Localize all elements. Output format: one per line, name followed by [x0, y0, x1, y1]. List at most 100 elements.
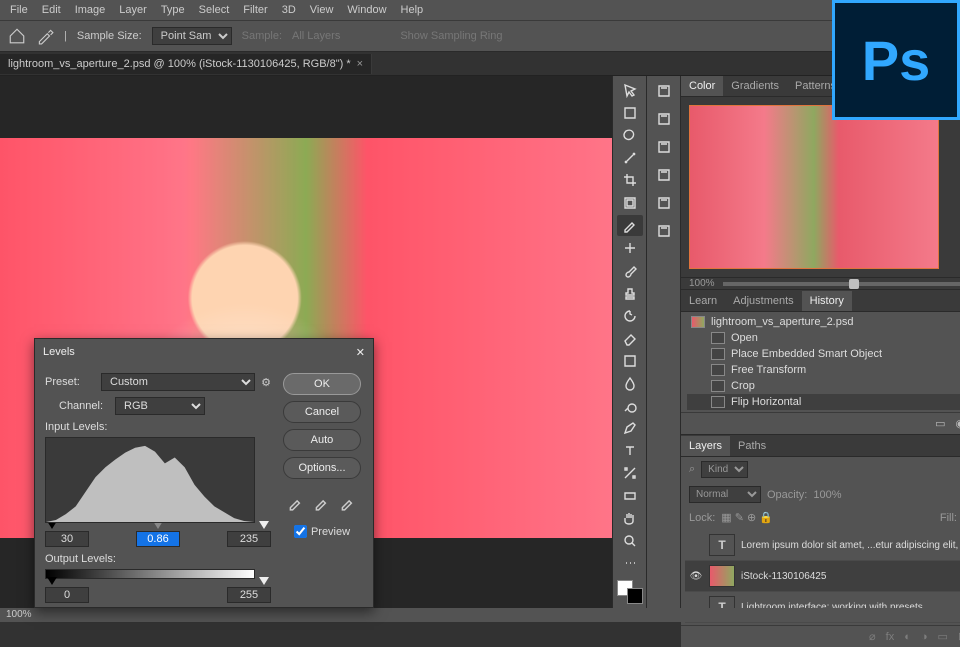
fx-icon[interactable]: fx: [886, 631, 895, 643]
toolbar-secondary: [646, 76, 680, 608]
history-document-row[interactable]: lightroom_vs_aperture_2.psd: [687, 314, 960, 330]
close-icon[interactable]: ✕: [356, 346, 365, 359]
menu-window[interactable]: Window: [341, 2, 392, 18]
preview-zoom[interactable]: 100% ⌄: [681, 277, 960, 289]
home-icon[interactable]: [8, 27, 26, 45]
tab-paths[interactable]: Paths: [730, 436, 774, 456]
eyedropper-white-icon[interactable]: [339, 493, 357, 511]
output-white[interactable]: [227, 587, 271, 603]
history-item[interactable]: Crop: [687, 378, 960, 394]
stamp-tool[interactable]: [617, 283, 643, 304]
eyedropper-icon[interactable]: [36, 27, 54, 45]
eyedropper-black-icon[interactable]: [287, 493, 305, 511]
tab-history[interactable]: History: [802, 291, 852, 311]
pen-tool[interactable]: [617, 418, 643, 439]
history-item[interactable]: Free Transform: [687, 362, 960, 378]
blur-tool[interactable]: [617, 373, 643, 394]
layer-filter-kind[interactable]: Kind: [701, 461, 748, 478]
visibility-icon[interactable]: 👁: [689, 571, 703, 582]
menu-edit[interactable]: Edit: [36, 2, 67, 18]
frame-tool[interactable]: [617, 193, 643, 214]
options-button[interactable]: Options...: [283, 457, 361, 479]
move-tool[interactable]: [617, 80, 643, 101]
menu-image[interactable]: Image: [69, 2, 112, 18]
sample-label: Sample:: [242, 30, 282, 42]
tab-adjustments[interactable]: Adjustments: [725, 291, 802, 311]
channel-select[interactable]: RGB: [115, 397, 205, 415]
input-white[interactable]: [227, 531, 271, 547]
ok-button[interactable]: OK: [283, 373, 361, 395]
layers-panel-tabs[interactable]: LayersPaths: [681, 435, 960, 457]
menu-3d[interactable]: 3D: [276, 2, 302, 18]
input-gamma[interactable]: [136, 531, 180, 547]
eyedropper-gray-icon[interactable]: [313, 493, 331, 511]
dodge-tool[interactable]: [617, 395, 643, 416]
heal-tool[interactable]: [617, 238, 643, 259]
align-icon[interactable]: [651, 108, 677, 130]
group-icon[interactable]: ▭: [938, 630, 948, 643]
camera-icon[interactable]: ◉: [956, 417, 960, 430]
menubar[interactable]: FileEditImageLayerTypeSelectFilter3DView…: [0, 0, 960, 20]
tab-gradients[interactable]: Gradients: [723, 76, 787, 96]
history-item[interactable]: Place Embedded Smart Object: [687, 346, 960, 362]
zoom-tool[interactable]: [617, 531, 643, 552]
layer-row[interactable]: 👁iStock-1130106425◇: [685, 561, 960, 592]
rectangle-tool[interactable]: [617, 486, 643, 507]
crop-tool[interactable]: [617, 170, 643, 191]
history-item[interactable]: Open: [687, 330, 960, 346]
gradient-tool[interactable]: [617, 350, 643, 371]
tab-layers[interactable]: Layers: [681, 436, 730, 456]
history-item[interactable]: Flip Horizontal: [687, 394, 960, 410]
eraser-tool[interactable]: [617, 328, 643, 349]
para-icon[interactable]: [651, 192, 677, 214]
lasso-tool[interactable]: [617, 125, 643, 146]
eyedropper-tool[interactable]: [617, 215, 643, 236]
layer-row[interactable]: TLorem ipsum dolor sit amet, ...etur adi…: [685, 530, 960, 561]
document-tab[interactable]: lightroom_vs_aperture_2.psd @ 100% (iSto…: [0, 54, 372, 74]
menu-help[interactable]: Help: [395, 2, 430, 18]
sample-size-select[interactable]: Point Sample: [152, 27, 232, 45]
preview-checkbox[interactable]: Preview: [294, 525, 350, 538]
menu-type[interactable]: Type: [155, 2, 191, 18]
hand-tool[interactable]: [617, 508, 643, 529]
new-snapshot-icon[interactable]: ▭: [935, 417, 945, 430]
input-black[interactable]: [45, 531, 89, 547]
out-black-slider[interactable]: [47, 577, 57, 585]
output-black[interactable]: [45, 587, 89, 603]
zoom-slider[interactable]: [723, 282, 960, 286]
char-icon[interactable]: [651, 164, 677, 186]
close-icon[interactable]: ×: [357, 58, 363, 70]
levels-dialog[interactable]: Levels ✕ Preset: Custom ⚙ Channel: RGB I…: [34, 338, 374, 608]
preset-select[interactable]: Custom: [101, 373, 255, 391]
history-panel-tabs[interactable]: LearnAdjustmentsHistory: [681, 290, 960, 312]
preview-thumbnail[interactable]: [689, 105, 939, 269]
glyph-icon[interactable]: [651, 220, 677, 242]
type-panel-icon[interactable]: [651, 136, 677, 158]
auto-button[interactable]: Auto: [283, 429, 361, 451]
tab-learn[interactable]: Learn: [681, 291, 725, 311]
history-brush-tool[interactable]: [617, 305, 643, 326]
gear-icon[interactable]: ⚙: [261, 376, 271, 389]
out-white-slider[interactable]: [259, 577, 269, 585]
path-tool[interactable]: [617, 463, 643, 484]
menu-file[interactable]: File: [4, 2, 34, 18]
artboard-icon[interactable]: [651, 80, 677, 102]
cancel-button[interactable]: Cancel: [283, 401, 361, 423]
more-tool[interactable]: [617, 553, 643, 574]
menu-select[interactable]: Select: [193, 2, 236, 18]
link-layers-icon[interactable]: ⌀: [869, 630, 876, 643]
white-point-slider[interactable]: [259, 521, 269, 529]
blend-mode[interactable]: Normal: [689, 486, 761, 503]
mask-icon[interactable]: ◐: [904, 631, 911, 643]
toolbar-primary: [612, 76, 646, 608]
color-swatch[interactable]: [617, 580, 643, 604]
menu-filter[interactable]: Filter: [237, 2, 273, 18]
marquee-tool[interactable]: [617, 103, 643, 124]
menu-layer[interactable]: Layer: [113, 2, 153, 18]
wand-tool[interactable]: [617, 148, 643, 169]
type-tool[interactable]: [617, 441, 643, 462]
adjustment-icon[interactable]: ◑: [921, 631, 928, 643]
brush-tool[interactable]: [617, 260, 643, 281]
tab-color[interactable]: Color: [681, 76, 723, 96]
menu-view[interactable]: View: [304, 2, 340, 18]
